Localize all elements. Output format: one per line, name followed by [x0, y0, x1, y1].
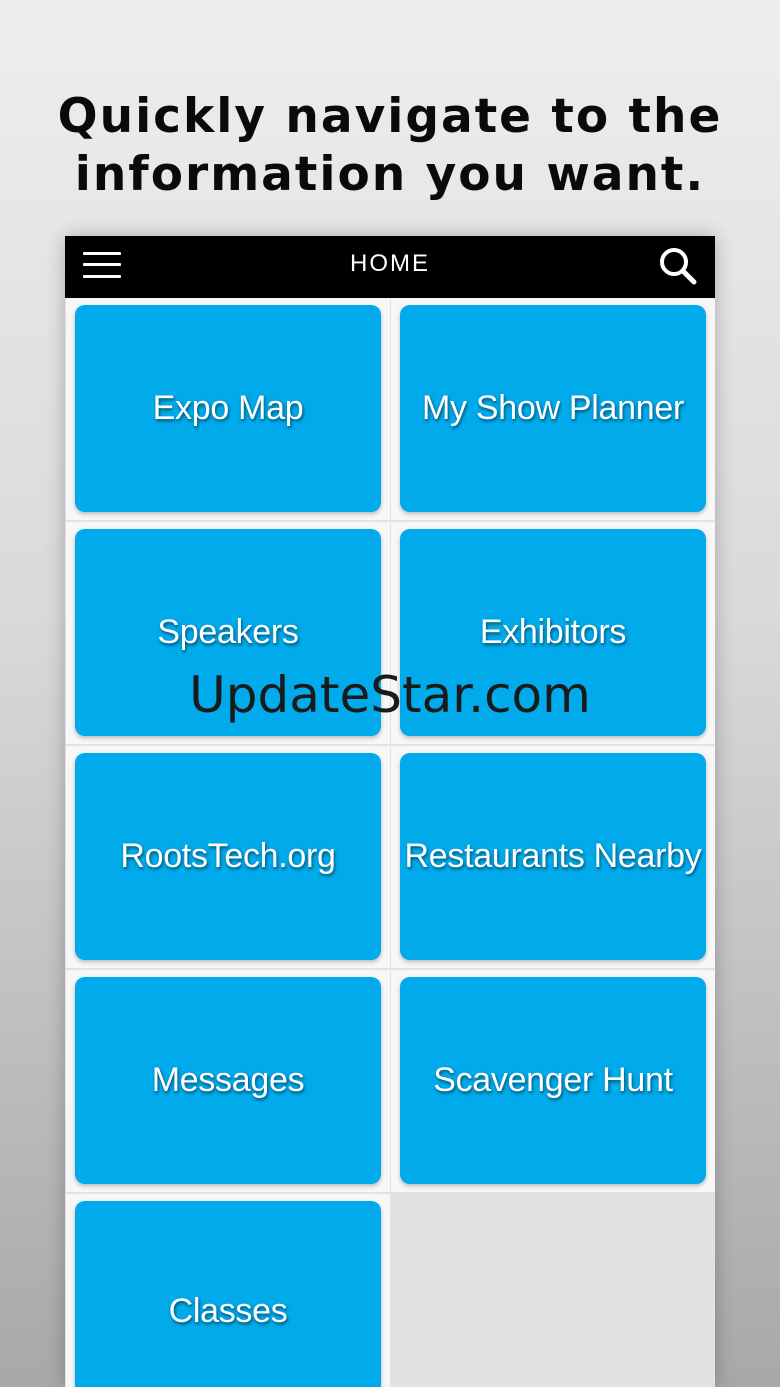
app-screen: HOME Expo Map My Show Planner Speakers E…	[65, 236, 715, 1387]
search-icon[interactable]	[657, 245, 699, 287]
headline-line-2: information you want.	[74, 147, 706, 202]
tile-cell: Scavenger Hunt	[391, 970, 715, 1192]
watermark-text: UpdateStar.com	[189, 666, 591, 724]
tile-label: Exhibitors	[479, 613, 627, 651]
tile-cell: Expo Map	[66, 298, 390, 520]
tile-classes[interactable]: Classes	[75, 1201, 381, 1387]
tile-cell: RootsTech.org	[66, 746, 390, 968]
tile-label: Scavenger Hunt	[433, 1061, 673, 1099]
top-navigation-bar: HOME	[65, 236, 715, 298]
tile-label: Expo Map	[152, 389, 304, 427]
tile-label: RootsTech.org	[120, 837, 336, 875]
promo-headline: Quickly navigate to the information you …	[0, 88, 780, 204]
tile-scavenger-hunt[interactable]: Scavenger Hunt	[400, 977, 706, 1184]
tile-cell: Classes	[66, 1194, 390, 1387]
tile-cell: Restaurants Nearby	[391, 746, 715, 968]
tile-messages[interactable]: Messages	[75, 977, 381, 1184]
tile-label: Classes	[168, 1291, 288, 1330]
tile-my-show-planner[interactable]: My Show Planner	[400, 305, 706, 512]
tile-restaurants-nearby[interactable]: Restaurants Nearby	[400, 753, 706, 960]
tile-expo-map[interactable]: Expo Map	[75, 305, 381, 512]
tile-rootstech-org[interactable]: RootsTech.org	[75, 753, 381, 960]
tile-cell: Messages	[66, 970, 390, 1192]
tile-label: Messages	[151, 1061, 305, 1099]
page-title: HOME	[350, 250, 430, 277]
tile-label: Restaurants Nearby	[404, 837, 702, 875]
tile-label: Speakers	[157, 613, 299, 651]
headline-line-1: Quickly navigate to the	[57, 89, 723, 144]
tile-label: My Show Planner	[422, 389, 684, 427]
tile-cell: My Show Planner	[391, 298, 715, 520]
